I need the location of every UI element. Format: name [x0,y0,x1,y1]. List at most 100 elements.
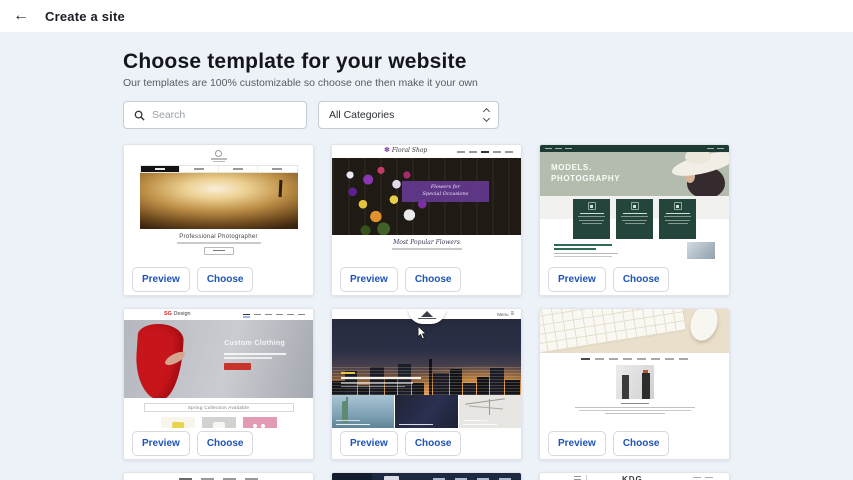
decor-bar [194,168,204,170]
dress-shape [171,422,184,428]
hero-line: MODELS. [551,163,620,174]
night-sky-photo [395,395,457,428]
mini-button [204,247,234,255]
mini-brand: SG Design [164,311,191,317]
mini-brand-name: Floral Shop [392,147,427,154]
preview-button[interactable]: Preview [340,267,398,292]
mini-logo-box [384,476,399,480]
red-dress-hero-photo: Custom Clothing [124,320,313,398]
sketch-line [469,406,503,410]
choose-button[interactable]: Choose [197,431,254,456]
choose-button[interactable]: Choose [405,267,462,292]
template-card-row3-middle [331,472,522,480]
decor-lines [574,476,581,480]
decor-bar [243,314,250,316]
search-input[interactable] [152,109,298,121]
preview-button[interactable]: Preview [132,431,190,456]
choose-button[interactable]: Choose [613,431,670,456]
decor-bar [623,213,647,214]
mini-logo [215,150,222,157]
filter-toolbar: All Categories [123,101,853,129]
preview-button[interactable]: Preview [132,267,190,292]
mini-nav-item [218,166,257,172]
mini-nav-item [179,166,218,172]
decor-bar [622,220,647,221]
choose-button[interactable]: Choose [613,267,670,292]
preview-button[interactable]: Preview [548,431,606,456]
decor-bar [545,148,552,149]
decor-bar [666,213,690,214]
decor-bar [336,420,360,422]
pink-floral-photo [243,417,277,428]
yellow-dress-photo [161,417,195,428]
office-meeting-photo [616,365,654,399]
decor-bar [392,248,462,250]
book-icon [588,202,596,210]
decor-bar [555,148,562,149]
decor-bar [651,358,660,360]
preview-button[interactable]: Preview [340,431,398,456]
decor-bar [481,151,489,153]
decor-bar [554,253,618,254]
back-arrow-icon[interactable]: ← [13,8,29,24]
preview-button[interactable]: Preview [548,267,606,292]
decor-bar [341,382,413,384]
camera-icon [674,202,682,210]
decor-bar [213,161,225,163]
decor-bar [399,424,433,426]
mini-hero-title: Custom Clothing [224,340,285,347]
hero-text-overlay [341,372,421,388]
template-thumbnail-city: Menu ≡ [332,309,521,428]
decor-bar [341,377,421,380]
decor-bar [575,407,695,408]
decor-bar [605,413,665,414]
mouse-shape [686,309,722,344]
model-hero-photo: MODELS. PHOTOGRAPHY [540,152,729,196]
decor-bar [665,220,690,221]
category-dropdown[interactable]: All Categories [318,101,499,129]
mini-navbar [457,151,513,153]
decor-bar [177,242,261,244]
mountain-logo-icon [421,311,433,317]
tulip-bouquet-photo: Flowers for Special Occasions [332,158,521,235]
search-box[interactable] [123,101,307,129]
category-selected-value: All Categories [329,109,394,121]
decor-bar [336,424,370,426]
product-thumb [161,417,195,428]
mini-cta-button [224,363,251,370]
decor-bar [579,410,691,411]
divider-line [586,475,587,480]
decor-bar [574,479,581,480]
decor-bar [578,216,605,217]
card-actions: Preview Choose [332,264,521,295]
dress-shape [213,422,225,428]
decor-bar [505,151,513,153]
choose-button[interactable]: Choose [197,267,254,292]
mini-menu: Menu ≡ [497,311,514,317]
chevron-down-icon [483,115,490,122]
feature-tile [659,199,696,239]
decor-bar [665,358,674,360]
decor-bar [625,223,645,224]
decor-bar [621,403,649,405]
mini-nav-item [141,166,179,172]
decor-bar [623,358,632,360]
decor-bar [582,223,602,224]
hero-text-line: Special Occasions [422,191,468,199]
decor-bar [621,216,648,217]
decor-dot [590,205,593,208]
template-thumbnail-row3-left [124,473,313,480]
mini-hero-headline: MODELS. PHOTOGRAPHY [551,163,620,185]
sketch-photo [459,395,521,428]
decor-bar [272,168,282,170]
keyboard-shape [540,309,687,353]
decor-bar [341,386,405,388]
menu-label: Menu [497,312,508,317]
decor-bar [664,216,691,217]
choose-button[interactable]: Choose [405,431,462,456]
decor-bar [276,314,283,316]
decor-bar-yellow [341,372,355,374]
template-card-sg-design: SG Design [123,308,314,460]
decor-bar [580,213,604,214]
sketch-line [465,398,505,405]
